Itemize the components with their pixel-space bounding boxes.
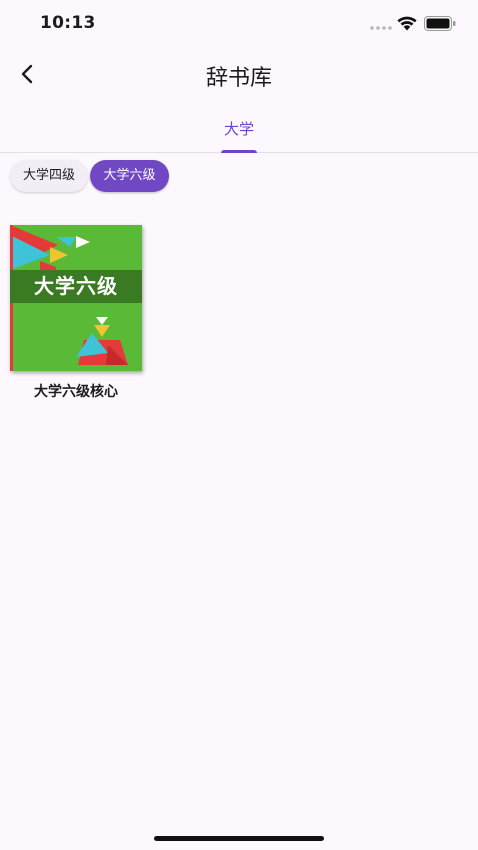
tab-indicator <box>221 150 257 153</box>
status-bar: 10:13 <box>0 0 478 48</box>
battery-icon <box>424 16 456 31</box>
book-name: 大学六级核心 <box>34 384 118 400</box>
book-card[interactable]: 大学六级 大学六级核心 <box>10 225 142 405</box>
chip-cet6[interactable]: 大学六级 <box>90 160 169 192</box>
page-title: 辞书库 <box>205 66 272 91</box>
status-time: 10:13 <box>40 13 96 33</box>
book-cover: 大学六级 <box>10 225 142 371</box>
home-indicator <box>154 836 324 841</box>
cellular-dots-icon <box>370 26 392 30</box>
tab-label: 大学 <box>223 120 254 138</box>
wifi-icon <box>397 16 417 31</box>
app-bar: 辞书库 <box>0 48 478 104</box>
cover-title: 大学六级 <box>34 274 118 298</box>
tab-bar: 大学 <box>0 104 478 153</box>
chip-cet4[interactable]: 大学四级 <box>10 160 88 192</box>
tab-university[interactable]: 大学 <box>205 104 273 153</box>
